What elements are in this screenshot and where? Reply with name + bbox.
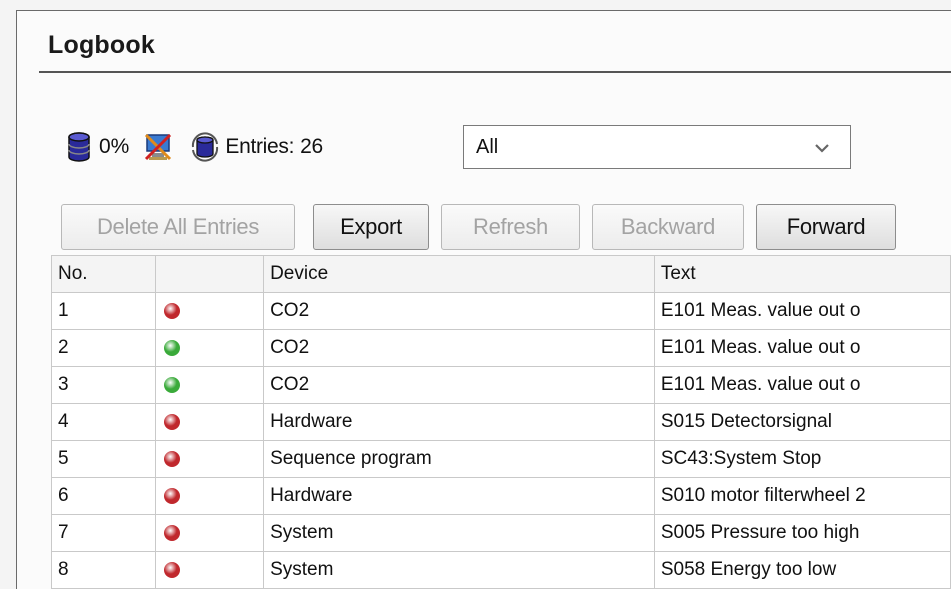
status-dot-icon xyxy=(163,339,180,356)
status-dot-icon xyxy=(163,450,180,467)
row-text: S015 Detectorsignal xyxy=(653,403,951,441)
row-number: 7 xyxy=(51,514,156,552)
row-text: S058 Energy too low xyxy=(653,551,951,589)
row-device: CO2 xyxy=(263,292,655,330)
column-header-status[interactable] xyxy=(154,255,265,293)
row-text: S010 motor filterwheel 2 xyxy=(653,477,951,515)
row-device: CO2 xyxy=(263,329,655,367)
row-status xyxy=(154,403,265,441)
table-row[interactable]: 6 Hardware S010 motor filterwheel 2 xyxy=(51,477,951,515)
row-text: S005 Pressure too high xyxy=(653,514,951,552)
row-status xyxy=(154,292,265,330)
column-header-no[interactable]: No. xyxy=(51,255,156,293)
row-number: 4 xyxy=(51,403,156,441)
logbook-toolbar: 0% Entries: 26 All xyxy=(67,125,851,169)
table-row[interactable]: 8 System S058 Energy too low xyxy=(51,551,951,589)
database-icon xyxy=(67,132,91,162)
status-dot-icon xyxy=(163,413,180,430)
row-status xyxy=(154,551,265,589)
row-text: SC43:System Stop xyxy=(653,440,951,478)
row-device: System xyxy=(263,551,655,589)
delete-all-entries-button[interactable]: Delete All Entries xyxy=(61,204,295,250)
table-row[interactable]: 2 CO2 E101 Meas. value out o xyxy=(51,329,951,367)
entries-label: Entries: xyxy=(225,135,295,158)
row-status xyxy=(154,366,265,404)
table-row[interactable]: 7 System S005 Pressure too high xyxy=(51,514,951,552)
column-header-device[interactable]: Device xyxy=(263,255,655,293)
status-dot-icon xyxy=(163,524,180,541)
logbook-table: No. Device Text 1 CO2 E101 Meas. value out… xyxy=(51,255,951,589)
export-button[interactable]: Export xyxy=(313,204,429,250)
filter-select-value: All xyxy=(476,136,499,158)
page-title: Logbook xyxy=(48,31,155,59)
row-number: 2 xyxy=(51,329,156,367)
row-device: Hardware xyxy=(263,477,655,515)
table-row[interactable]: 4 Hardware S015 Detectorsignal xyxy=(51,403,951,441)
row-device: Hardware xyxy=(263,403,655,441)
status-dot-icon xyxy=(163,376,180,393)
database-refresh-icon[interactable] xyxy=(189,132,221,162)
row-text: E101 Meas. value out o xyxy=(653,329,951,367)
row-number: 3 xyxy=(51,366,156,404)
entries-count: 26 xyxy=(300,135,323,158)
row-device: System xyxy=(263,514,655,552)
status-dot-icon xyxy=(163,302,180,319)
table-header-row: No. Device Text xyxy=(51,255,951,293)
forward-button[interactable]: Forward xyxy=(756,204,896,250)
filter-select[interactable]: All xyxy=(463,125,851,169)
row-device: CO2 xyxy=(263,366,655,404)
row-number: 1 xyxy=(51,292,156,330)
table-row[interactable]: 3 CO2 E101 Meas. value out o xyxy=(51,366,951,404)
row-device: Sequence program xyxy=(263,440,655,478)
row-text: E101 Meas. value out o xyxy=(653,366,951,404)
row-status xyxy=(154,440,265,478)
fill-percent: 0% xyxy=(99,135,130,158)
status-dot-icon xyxy=(163,487,180,504)
column-header-text[interactable]: Text xyxy=(653,255,951,293)
table-row[interactable]: 5 Sequence program SC43:System Stop xyxy=(51,440,951,478)
row-text: E101 Meas. value out o xyxy=(653,292,951,330)
logbook-panel: Logbook 0% Entries: 26 All Delete All En… xyxy=(16,10,951,589)
row-status xyxy=(154,477,265,515)
row-number: 6 xyxy=(51,477,156,515)
monitor-disconnected-icon[interactable] xyxy=(143,132,175,162)
row-status xyxy=(154,329,265,367)
row-number: 5 xyxy=(51,440,156,478)
refresh-button[interactable]: Refresh xyxy=(441,204,580,250)
title-divider xyxy=(39,71,951,73)
row-number: 8 xyxy=(51,551,156,589)
chevron-down-icon[interactable] xyxy=(814,140,830,156)
row-status xyxy=(154,514,265,552)
table-row[interactable]: 1 CO2 E101 Meas. value out o xyxy=(51,292,951,330)
status-dot-icon xyxy=(163,561,180,578)
backward-button[interactable]: Backward xyxy=(592,204,744,250)
